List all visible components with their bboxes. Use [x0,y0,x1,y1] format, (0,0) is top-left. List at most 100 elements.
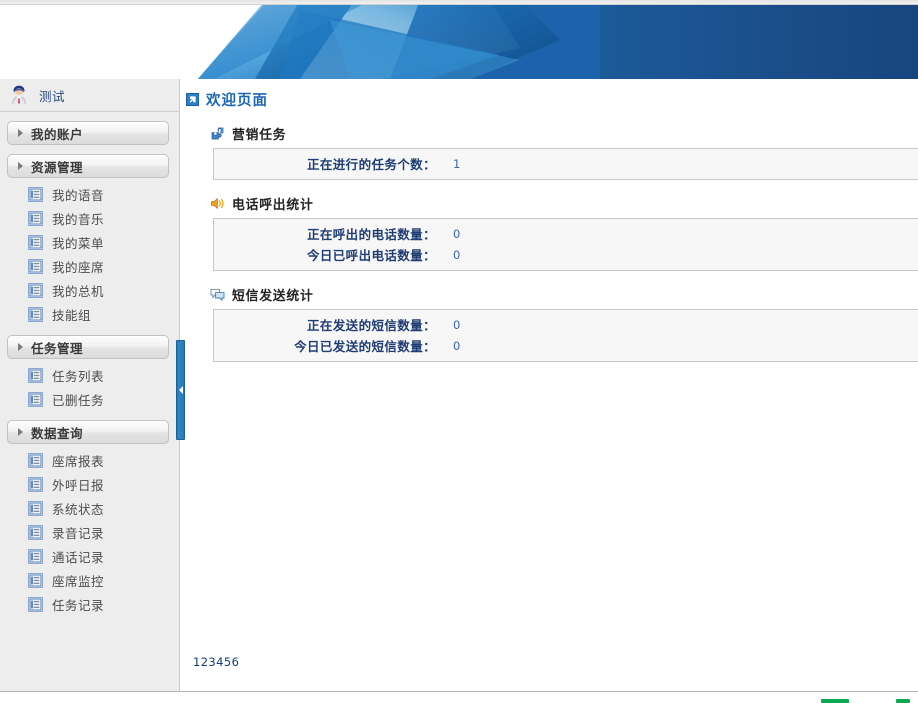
banner-graphic [0,0,918,79]
sidebar-group-0[interactable]: 我的账户 [7,121,169,145]
sidebar-item-label: 我的总机 [52,283,105,299]
header-banner [0,0,918,79]
sidebar-item-2-0[interactable]: 任务列表 [0,363,179,387]
arrow-down-right-square-icon [186,93,199,106]
main-content: 欢迎页面 营销任务 正在进行的任务个数： 1 电话呼出统计 正在呼出的电话数量： 0 今日已… [181,79,918,692]
triangle-right-icon [18,343,23,351]
sidebar-item-1-4[interactable]: 我的总机 [0,278,179,302]
application-window: 测试 我的账户资源管理我的语音我的音乐我的菜单我的座席我的总机技能组任务管理任务… [0,0,918,703]
sidebar-item-label: 我的音乐 [52,211,105,227]
sidebar-item-label: 任务记录 [52,597,105,613]
stat-label: 今日已呼出电话数量： [306,248,436,263]
section-panel: 正在呼出的电话数量： 0 今日已呼出电话数量： 0 [213,218,918,271]
sidebar-item-label: 技能组 [52,307,92,323]
sidebar-item-label: 座席监控 [52,573,105,589]
sidebar-group-label: 资源管理 [31,159,84,175]
stat-value: 0 [453,247,461,262]
status-indicator-1 [821,699,849,703]
section-title: 短信发送统计 [232,289,314,304]
sidebar-item-3-6[interactable]: 任务记录 [0,592,179,616]
sidebar-item-3-4[interactable]: 通话记录 [0,544,179,568]
sidebar-group-items: 我的语音我的音乐我的菜单我的座席我的总机技能组 [0,182,179,326]
stat-label: 正在进行的任务个数： [306,157,436,172]
sidebar-group-2[interactable]: 任务管理 [7,335,169,359]
sidebar-group-label: 任务管理 [31,340,84,356]
stat-label: 今日已发送的短信数量： [294,339,436,354]
footer-code: 123456 [193,655,240,669]
section-title: 营销任务 [232,128,287,143]
stat-label: 正在呼出的电话数量： [306,227,436,242]
document-list-icon [28,596,43,612]
sidebar-item-label: 通话记录 [52,549,105,565]
sidebar-item-3-5[interactable]: 座席监控 [0,568,179,592]
document-list-icon [28,391,43,407]
document-list-icon [28,500,43,516]
page-title: 欢迎页面 [181,79,918,110]
section-0: 营销任务正在进行的任务个数： 1 [181,124,918,180]
user-avatar-icon [12,85,26,104]
sidebar-item-3-1[interactable]: 外呼日报 [0,472,179,496]
sidebar-item-1-1[interactable]: 我的音乐 [0,206,179,230]
section-header: 营销任务 [181,124,918,143]
sidebar-group-3[interactable]: 数据查询 [7,420,169,444]
user-name-label: 测试 [39,88,66,104]
sidebar-collapse-splitter[interactable] [176,340,185,440]
speaker-sound-icon [211,197,224,210]
sidebar-item-2-1[interactable]: 已删任务 [0,387,179,411]
stat-label: 正在发送的短信数量： [306,318,436,333]
sidebar-item-1-2[interactable]: 我的菜单 [0,230,179,254]
sidebar-group-label: 数据查询 [31,425,84,441]
stat-value: 0 [453,317,461,332]
stat-row: 今日已发送的短信数量： 0 [214,335,918,356]
document-list-icon [28,234,43,250]
page-title-text: 欢迎页面 [206,93,268,109]
stat-row: 正在呼出的电话数量： 0 [214,223,918,244]
triangle-right-icon [18,428,23,436]
section-panel: 正在发送的短信数量： 0 今日已发送的短信数量： 0 [213,309,918,362]
status-indicator-2 [896,699,910,703]
document-list-icon [28,452,43,468]
speech-bubble-icon [210,288,225,302]
sidebar-item-1-3[interactable]: 我的座席 [0,254,179,278]
sidebar-item-label: 我的菜单 [52,235,105,251]
document-list-icon [28,258,43,274]
section-header: 电话呼出统计 [181,194,918,213]
sidebar-item-label: 外呼日报 [52,477,105,493]
sidebar-item-label: 我的座席 [52,259,105,275]
document-list-icon [28,367,43,383]
sidebar-item-label: 已删任务 [52,392,105,408]
sidebar-item-label: 座席报表 [52,453,105,469]
sidebar-item-3-2[interactable]: 系统状态 [0,496,179,520]
statistics-sections: 营销任务 正在进行的任务个数： 1 电话呼出统计 正在呼出的电话数量： 0 今日已呼出电话数… [181,124,918,362]
stat-value: 0 [453,338,461,353]
sidebar-group-1[interactable]: 资源管理 [7,154,169,178]
sidebar-item-1-0[interactable]: 我的语音 [0,182,179,206]
triangle-left-icon [178,386,183,394]
document-list-icon [28,548,43,564]
sidebar-group-items: 座席报表外呼日报系统状态录音记录通话记录座席监控任务记录 [0,448,179,616]
stat-row: 正在发送的短信数量： 0 [214,314,918,335]
document-list-icon [28,210,43,226]
section-header: 短信发送统计 [181,285,918,304]
sidebar-item-label: 任务列表 [52,368,105,384]
left-sidebar: 测试 我的账户资源管理我的语音我的音乐我的菜单我的座席我的总机技能组任务管理任务… [0,79,180,692]
sidebar-group-label: 我的账户 [31,126,84,142]
document-list-icon [28,476,43,492]
sidebar-navigation: 我的账户资源管理我的语音我的音乐我的菜单我的座席我的总机技能组任务管理任务列表已… [0,121,179,616]
stat-value: 1 [453,156,461,171]
sidebar-item-1-5[interactable]: 技能组 [0,302,179,326]
stat-row: 正在进行的任务个数： 1 [214,153,918,174]
stat-row: 今日已呼出电话数量： 0 [214,244,918,265]
document-list-icon [28,572,43,588]
section-panel: 正在进行的任务个数： 1 [213,148,918,180]
sidebar-item-3-0[interactable]: 座席报表 [0,448,179,472]
sidebar-item-label: 录音记录 [52,525,105,541]
sidebar-item-3-3[interactable]: 录音记录 [0,520,179,544]
section-title: 电话呼出统计 [232,198,314,213]
sidebar-item-label: 系统状态 [52,501,105,517]
stat-value: 0 [453,226,461,241]
user-profile-row[interactable]: 测试 [0,79,179,112]
section-1: 电话呼出统计正在呼出的电话数量： 0 今日已呼出电话数量： 0 [181,194,918,271]
puzzle-piece-icon [211,127,224,140]
section-2: 短信发送统计正在发送的短信数量： 0 今日已发送的短信数量： 0 [181,285,918,362]
